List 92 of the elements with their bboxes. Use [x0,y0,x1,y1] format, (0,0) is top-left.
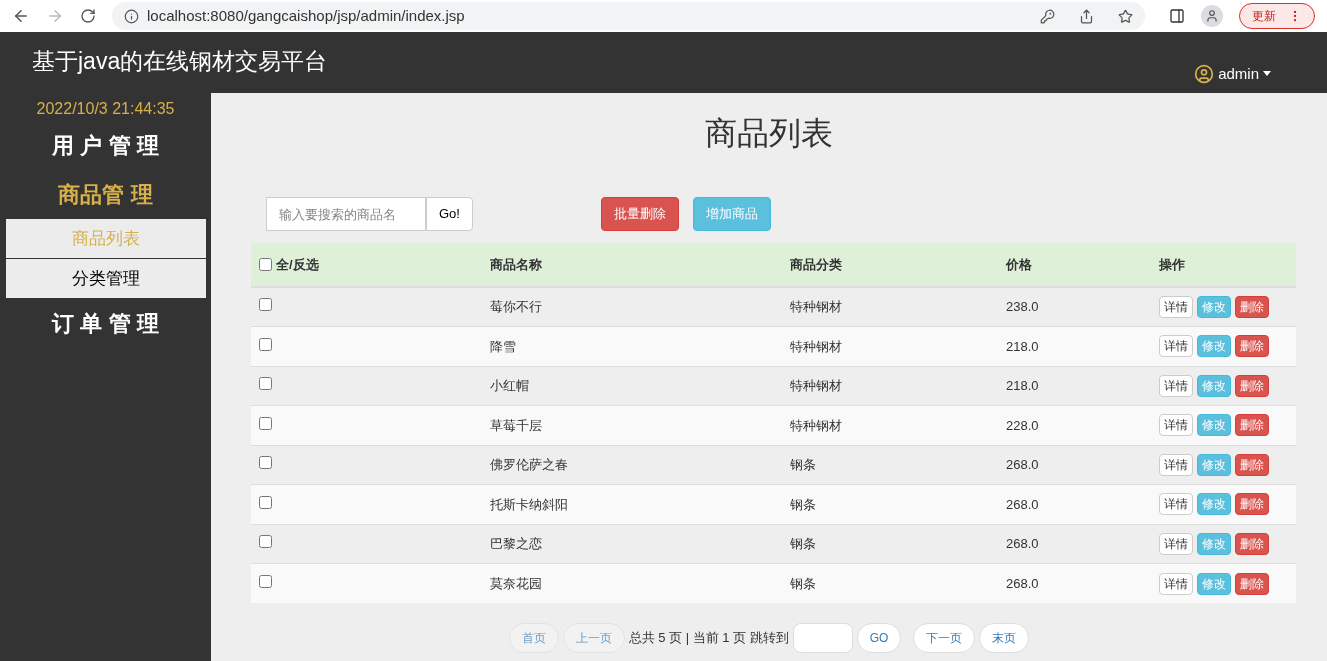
key-icon[interactable] [1040,8,1055,24]
menu-section[interactable]: 商品管 理 [58,170,153,219]
details-button[interactable]: 详情 [1159,414,1193,437]
table-cell: 特种钢材 [790,378,842,393]
column-header: 全/反选 [276,255,319,274]
edit-button[interactable]: 修改 [1197,453,1231,476]
edit-button[interactable]: 修改 [1197,335,1231,358]
row-checkbox[interactable] [259,416,272,430]
address-bar[interactable]: localhost:8080/gangcaishop/jsp/admin/index.jsp [112,2,1145,30]
delete-button[interactable]: 删除 [1235,532,1269,555]
table-cell: 268.0 [1006,575,1039,591]
profile-icon[interactable] [1201,5,1223,27]
table-cell: 268.0 [1006,496,1039,512]
row-checkbox[interactable] [259,495,272,509]
column-header: 商品分类 [790,257,842,272]
details-button[interactable]: 详情 [1159,572,1193,595]
edit-button[interactable]: 修改 [1197,493,1231,516]
star-icon[interactable] [1118,8,1133,24]
search-field[interactable]: 输入要搜索的商品名 [266,197,426,231]
details-button[interactable]: 详情 [1159,453,1193,476]
details-button[interactable]: 详情 [1159,335,1193,358]
row-checkbox[interactable] [259,298,272,312]
edit-button[interactable]: 修改 [1197,374,1231,397]
table-cell: 托斯卡纳斜阳 [490,496,568,512]
table-cell: 莫奈花园 [490,575,542,591]
page-info: 总共 5 页 | 当前 1 页 跳转到 [628,629,789,648]
table-cell: 钢条 [790,457,816,472]
table-cell: 268.0 [1006,457,1039,472]
edit-button[interactable]: 修改 [1197,414,1231,437]
delete-button[interactable]: 删除 [1235,296,1269,318]
details-button[interactable]: 详情 [1159,532,1193,555]
url-text: localhost:8080/gangcaishop/jsp/admin/index.jsp [147,5,466,26]
delete-button[interactable]: 删除 [1235,572,1269,595]
row-checkbox[interactable] [259,456,272,469]
table-cell: 莓你不行 [490,299,542,315]
delete-button[interactable]: 删除 [1235,453,1269,476]
details-button[interactable]: 详情 [1159,493,1193,516]
edit-button[interactable]: 修改 [1197,572,1231,595]
table-cell: 218.0 [1006,338,1039,354]
row-checkbox[interactable] [259,535,272,548]
info-icon [124,8,139,24]
pagination-button[interactable]: 末页 [979,623,1030,653]
delete-button[interactable]: 删除 [1235,493,1269,516]
page-title: 商品列表 [704,114,834,153]
column-header: 商品名称 [490,257,542,272]
delete-button[interactable]: 删除 [1235,335,1269,358]
menu-item[interactable]: 分类管理 [5,259,206,299]
details-button[interactable]: 详情 [1159,296,1193,318]
menu-section[interactable]: 用 户 管 理 [52,121,159,170]
edit-button[interactable]: 修改 [1197,532,1231,555]
caret-icon [1263,71,1271,77]
go-button[interactable]: Go! [426,197,473,231]
table-cell: 特种钢材 [790,299,842,315]
user-menu[interactable]: admin [1194,62,1271,85]
back-icon[interactable] [12,7,30,25]
table-cell: 268.0 [1006,536,1039,551]
edit-button[interactable]: 修改 [1197,296,1231,318]
update-button[interactable]: 更新 [1239,3,1315,29]
table-cell: 228.0 [1006,417,1039,433]
action-button[interactable]: 增加商品 [692,197,771,231]
row-checkbox[interactable] [259,574,272,588]
row-checkbox[interactable] [259,337,272,351]
table-cell: 特种钢材 [790,417,842,433]
delete-button[interactable]: 删除 [1235,414,1269,437]
user-icon [1194,63,1215,84]
table-cell: 钢条 [790,536,816,551]
menu-section[interactable]: 订 单 管 理 [52,299,159,348]
go-button[interactable]: GO [856,623,902,653]
table-cell: 佛罗伦萨之春 [490,457,568,472]
table-cell: 巴黎之恋 [490,536,542,551]
datetime-text: 2022/10/3 21:44:35 [36,99,175,119]
column-header: 价格 [1006,257,1032,272]
table-cell: 238.0 [1006,299,1039,315]
table-cell: 小红帽 [490,378,529,393]
site-title: 基于java的在线钢材交易平台 [32,47,328,76]
table-cell: 降雪 [490,338,516,354]
table-cell: 钢条 [790,575,816,591]
delete-button[interactable]: 删除 [1235,374,1269,397]
reload-icon[interactable] [80,8,96,24]
action-button[interactable]: 批量删除 [600,197,679,231]
row-checkbox[interactable] [259,377,272,390]
table-cell: 钢条 [790,496,816,512]
share-icon[interactable] [1079,8,1094,24]
details-button[interactable]: 详情 [1159,374,1193,397]
column-header: 操作 [1159,257,1185,272]
pagination-button[interactable]: 下一页 [913,623,976,653]
table-cell: 特种钢材 [790,338,842,354]
page-number-field[interactable] [792,623,853,653]
table-cell: 草莓千层 [490,417,542,433]
select-all-checkbox[interactable] [259,258,272,271]
table-cell: 218.0 [1006,378,1039,393]
side-panel-icon[interactable] [1169,8,1185,24]
